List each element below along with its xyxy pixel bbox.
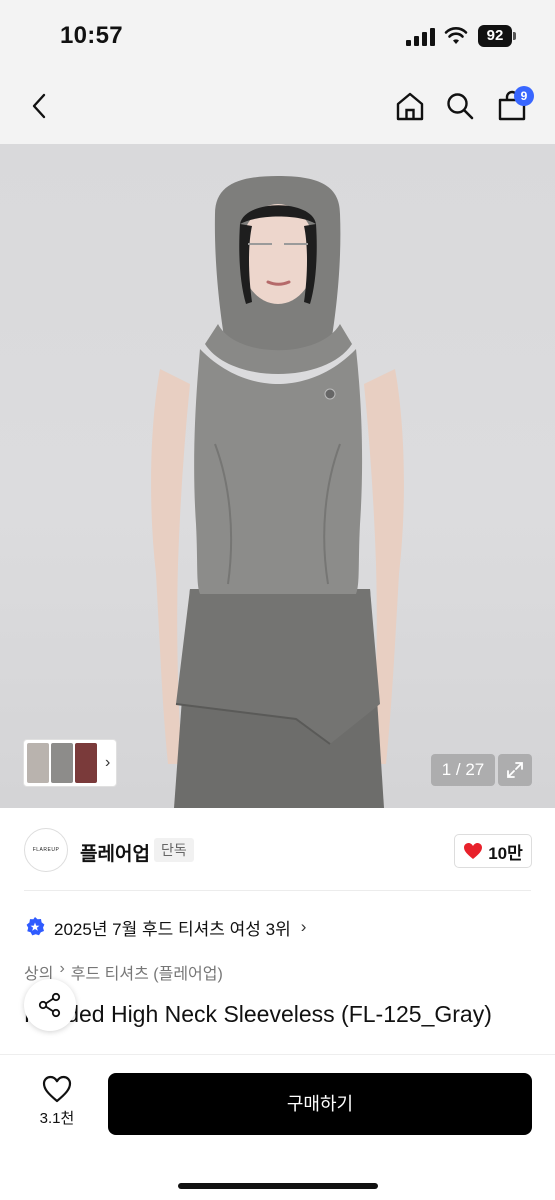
heart-outline-icon [42, 1075, 72, 1103]
thumbnail-strip[interactable]: › [23, 739, 117, 787]
image-page-counter: 1 / 27 [431, 754, 495, 786]
search-button[interactable] [438, 84, 482, 128]
divider [24, 890, 531, 891]
rank-badge-icon [26, 917, 45, 936]
brand-name[interactable]: 플레어업 [80, 839, 150, 866]
breadcrumb-subcategory[interactable]: 후드 티셔츠 (플레어업) [71, 960, 223, 984]
search-icon [447, 93, 474, 120]
fullscreen-button[interactable] [498, 754, 532, 786]
top-nav: 9 [0, 68, 555, 144]
product-image-carousel[interactable]: › 1 / 27 [0, 144, 555, 808]
home-indicator [178, 1183, 378, 1189]
thumbnail-image[interactable] [75, 743, 97, 783]
ranking-text: 2025년 7월 후드 티셔츠 여성 3위 [54, 919, 291, 939]
thumbnail-image[interactable] [27, 743, 49, 783]
wifi-icon [444, 26, 468, 46]
chevron-right-icon: › [300, 917, 307, 936]
brand-logo[interactable]: FLAREUP [24, 828, 68, 872]
battery-icon: 92 [478, 25, 516, 47]
chevron-left-icon [32, 93, 46, 119]
product-title: Hooded High Neck Sleeveless (FL-125_Gray… [24, 1001, 492, 1027]
cart-button[interactable]: 9 [490, 84, 534, 128]
exclusive-badge: 단독 [154, 838, 194, 862]
buy-button[interactable]: 구매하기 [108, 1073, 532, 1135]
wishlist-count: 3.1천 [39, 1110, 75, 1127]
back-button[interactable] [18, 84, 62, 128]
battery-level: 92 [478, 25, 512, 47]
cart-count-badge: 9 [514, 86, 534, 106]
share-icon [38, 992, 61, 1018]
home-button[interactable] [388, 84, 432, 128]
bottom-action-bar: 3.1천 구매하기 [0, 1054, 555, 1200]
product-photo [151, 176, 404, 808]
ranking-link[interactable]: 2025년 7월 후드 티셔츠 여성 3위 › [24, 913, 306, 941]
brand-like-button[interactable]: 10만 [454, 834, 532, 868]
heart-filled-icon [464, 843, 483, 859]
status-time: 10:57 [60, 22, 123, 49]
share-button[interactable] [24, 979, 76, 1031]
brand-row: FLAREUP 플레어업 단독 10만 [0, 808, 555, 890]
expand-icon [507, 762, 523, 778]
home-icon [396, 92, 424, 121]
thumbnail-image[interactable] [51, 743, 73, 783]
wishlist-button[interactable]: 3.1천 [30, 1075, 84, 1135]
cellular-signal-icon [406, 28, 436, 46]
status-bar: 10:57 92 [0, 0, 555, 68]
chevron-right-icon: › [105, 754, 111, 771]
brand-like-count: 10만 [488, 843, 523, 863]
